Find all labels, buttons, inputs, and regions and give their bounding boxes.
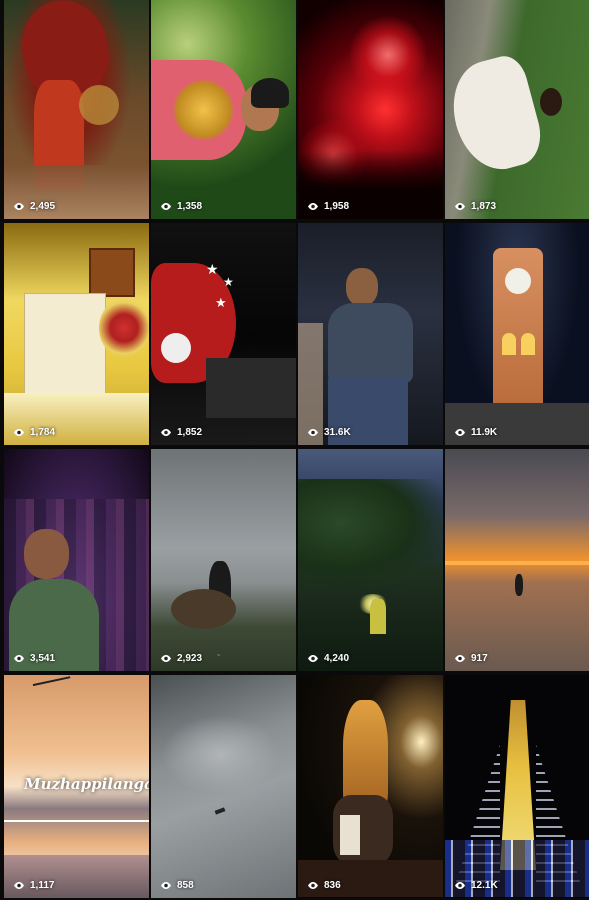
trees-shape — [298, 479, 443, 589]
view-count: 836 — [307, 880, 341, 891]
view-count-value: 1,852 — [177, 427, 203, 438]
star-icon: ★ — [215, 295, 227, 310]
jewellery-shape — [171, 80, 236, 140]
head-shape — [346, 268, 378, 306]
star-icon: ★ — [206, 261, 219, 277]
view-count: 1,358 — [160, 201, 202, 212]
pompom-shape — [161, 333, 191, 363]
view-count: 31.6K — [307, 427, 351, 438]
reel-tile-santa-stars[interactable]: ★ ★ ★ ★ 1,852 — [151, 223, 296, 445]
view-count: 1,852 — [160, 427, 202, 438]
reel-tile-muzhappilangad[interactable]: Muzhappilangad 1,117 — [4, 675, 149, 898]
view-count-value: 1,958 — [324, 201, 350, 212]
view-count-value: 2,923 — [177, 653, 203, 664]
eye-icon — [455, 429, 465, 436]
reel-tile-bride[interactable]: 1,358 — [151, 0, 296, 219]
bird-shape — [214, 807, 226, 815]
view-count: 1,873 — [454, 201, 496, 212]
view-count: 2,495 — [13, 201, 55, 212]
clock-face — [505, 268, 531, 294]
eye-icon — [308, 655, 318, 662]
view-count: 12.1K — [454, 880, 498, 891]
view-count-value: 4,240 — [324, 653, 350, 664]
view-count-value: 2,495 — [30, 201, 56, 212]
eye-icon — [14, 429, 24, 436]
eye-icon — [455, 203, 465, 210]
reel-tile-fireworks[interactable]: 1,958 — [298, 0, 443, 219]
dress-shape — [445, 51, 548, 179]
kite-shape — [32, 676, 74, 700]
view-count-value: 1,784 — [30, 427, 56, 438]
view-count: 11.9K — [454, 427, 497, 438]
stairs-shape — [206, 358, 296, 418]
eye-icon — [161, 655, 171, 662]
reel-tile-dance-crowd[interactable]: 3,541 — [4, 449, 149, 671]
face-shape — [24, 529, 69, 579]
reel-tile-cloudy-sky[interactable]: 858 — [151, 675, 296, 898]
hair-shape — [540, 88, 562, 116]
view-count-value: 1,358 — [177, 201, 203, 212]
rock-shape — [171, 589, 236, 629]
view-count: 917 — [454, 653, 488, 664]
eye-icon — [14, 655, 24, 662]
view-count: 3,541 — [13, 653, 55, 664]
cloud-shape — [161, 715, 281, 795]
reel-tile-night-forest[interactable]: 4,240 — [298, 449, 443, 671]
view-count-value: 858 — [177, 880, 194, 891]
caption-text: Muzhappilangad — [24, 775, 149, 793]
eye-icon — [455, 882, 465, 889]
view-count: 2,923 — [160, 653, 202, 664]
view-count-value: 1,873 — [471, 201, 497, 212]
eye-icon — [455, 655, 465, 662]
eye-icon — [161, 882, 171, 889]
view-count-value: 917 — [471, 653, 488, 664]
view-count: 1,117 — [13, 880, 54, 891]
view-count: 858 — [160, 880, 194, 891]
eye-icon — [308, 882, 318, 889]
reel-tile-lit-chariot[interactable]: 12.1K — [445, 675, 589, 898]
reel-tile-sunset-beach[interactable]: 917 — [445, 449, 589, 671]
view-count-value: 836 — [324, 880, 341, 891]
ground-shape — [298, 860, 443, 897]
reel-tile-wedding-board[interactable]: 1,784 — [4, 223, 149, 445]
reel-tile-clock-tower[interactable]: 11.9K — [445, 223, 589, 445]
reel-tile-misty-hill[interactable]: 2,923 ~ — [151, 449, 296, 671]
flowers-shape — [99, 298, 149, 358]
collage-divider — [4, 820, 149, 822]
eye-icon — [14, 203, 24, 210]
skirt-shape — [79, 85, 119, 125]
window-shape — [89, 248, 135, 297]
shirt-shape — [328, 303, 413, 383]
hair-shape — [251, 78, 289, 108]
view-count-value: 12.1K — [471, 880, 498, 891]
firework-burst — [348, 15, 428, 95]
horizon-line — [445, 561, 589, 565]
eye-icon — [308, 429, 318, 436]
reel-tile-white-dress[interactable]: 1,873 — [445, 0, 589, 219]
lit-window — [502, 333, 516, 355]
star-icon: ★ — [223, 275, 234, 289]
road-shape — [445, 403, 589, 445]
welcome-board — [24, 293, 106, 395]
eye-icon — [161, 203, 171, 210]
lit-window — [521, 333, 535, 355]
person-white — [340, 815, 360, 855]
view-count-value: 31.6K — [324, 427, 351, 438]
reel-tile-drummer[interactable]: 31.6K — [298, 223, 443, 445]
eye-icon — [308, 203, 318, 210]
eye-icon — [161, 429, 171, 436]
reel-tile-elephant-festival[interactable]: 836 — [298, 675, 443, 898]
view-count: 4,240 — [307, 653, 349, 664]
view-count-value: 1,117 — [30, 880, 55, 891]
reels-grid: 2,495 1,358 1,958 1,873 1,784 ★ ★ ★ 1,85… — [0, 0, 589, 900]
raincoat-person — [370, 599, 386, 634]
view-count: 1,958 — [307, 201, 349, 212]
reel-tile-theyyam[interactable]: 2,495 — [4, 0, 149, 219]
eye-icon — [14, 882, 24, 889]
view-count-value: 11.9K — [471, 427, 498, 438]
view-count: 1,784 — [13, 427, 55, 438]
watermark: ~ — [217, 653, 220, 659]
person-silhouette — [515, 574, 523, 596]
view-count-value: 3,541 — [30, 653, 56, 664]
